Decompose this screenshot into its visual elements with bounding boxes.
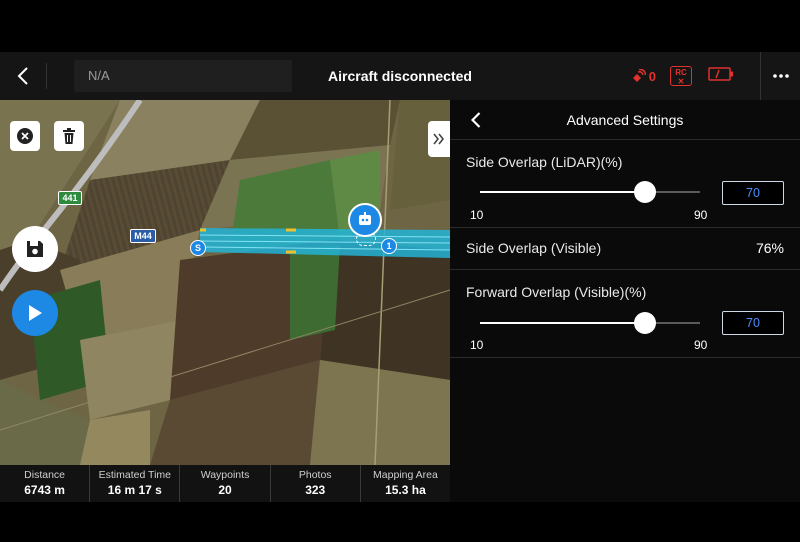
stat-mapping-area: Mapping Area 15.3 ha [361, 465, 450, 502]
waypoint-marker[interactable]: 1 [381, 238, 397, 254]
start-mission-button[interactable] [12, 290, 58, 336]
side-overlap-lidar-input[interactable]: 70 [722, 181, 784, 205]
letterbox-top [0, 0, 800, 52]
mission-name-field[interactable]: N/A [74, 60, 292, 92]
start-point-marker[interactable]: S [190, 240, 206, 256]
setting-label: Forward Overlap (Visible)(%) [466, 284, 647, 300]
slider-max-label: 90 [694, 208, 708, 222]
stat-label: Distance [24, 469, 66, 481]
stat-value: 20 [218, 483, 232, 497]
stat-label: Mapping Area [373, 469, 438, 481]
slider-fill [480, 191, 645, 193]
setting-forward-overlap-visible: Forward Overlap (Visible)(%) 10 90 70 [450, 270, 800, 358]
side-overlap-lidar-slider[interactable] [480, 181, 700, 203]
stat-value: 15.3 ha [385, 483, 426, 497]
rc-disconnected-mark: ✕ [677, 77, 685, 86]
stat-label: Photos [298, 469, 332, 481]
signal-indicator[interactable]: 0 [630, 69, 656, 84]
road-sign-441: 441 [58, 191, 82, 205]
slider-min-label: 10 [470, 338, 484, 352]
signal-count: 0 [648, 68, 656, 84]
setting-label: Side Overlap (Visible) [466, 240, 602, 256]
satellite-map[interactable]: 441 M44 S 1 [0, 100, 450, 465]
panel-header: Advanced Settings [450, 100, 800, 140]
satellite-icon [632, 69, 646, 82]
stat-estimated-time: Estimated Time 16 m 17 s [90, 465, 181, 502]
forward-overlap-visible-slider[interactable] [480, 312, 700, 334]
back-button[interactable] [0, 52, 46, 100]
divider [46, 63, 47, 89]
stat-label: Waypoints [200, 469, 250, 481]
advanced-settings-panel: Advanced Settings Side Overlap (LiDAR)(%… [450, 100, 800, 502]
battery-icon[interactable] [708, 66, 734, 86]
stat-value: 6743 m [24, 483, 65, 497]
aircraft-marker[interactable] [348, 203, 382, 237]
more-menu-button[interactable] [760, 52, 800, 100]
expand-panel-button[interactable] [428, 121, 450, 157]
slider-min-label: 10 [470, 208, 484, 222]
road-sign-m44: M44 [130, 229, 156, 243]
stat-value: 323 [305, 483, 326, 497]
battery-empty-icon [708, 66, 733, 81]
close-circle-icon [17, 128, 33, 144]
stat-value: 16 m 17 s [107, 483, 162, 497]
trash-icon [63, 128, 75, 144]
slider-fill [480, 322, 645, 324]
chevron-left-icon [17, 67, 28, 85]
aircraft-status: Aircraft disconnected [328, 68, 472, 84]
double-chevron-right-icon [433, 133, 445, 145]
letterbox-bottom [0, 502, 800, 542]
more-dots-icon [772, 74, 789, 78]
drone-icon [359, 212, 371, 225]
slider-thumb[interactable] [634, 312, 656, 334]
setting-side-overlap-visible: Side Overlap (Visible) 76% [450, 228, 800, 270]
rc-label: RC [675, 68, 687, 77]
stat-distance: Distance 6743 m [0, 465, 91, 502]
mission-stats-bar: Distance 6743 m Estimated Time 16 m 17 s… [0, 465, 450, 502]
setting-side-overlap-lidar: Side Overlap (LiDAR)(%) 10 90 70 [450, 140, 800, 228]
top-bar: N/A Aircraft disconnected 0 RC ✕ [0, 52, 800, 100]
panel-title: Advanced Settings [566, 112, 684, 128]
save-disk-icon [27, 241, 43, 257]
map-imagery [0, 100, 450, 465]
setting-label: Side Overlap (LiDAR)(%) [466, 154, 623, 170]
slider-max-label: 90 [694, 338, 708, 352]
clear-button[interactable] [10, 121, 40, 151]
slider-thumb[interactable] [634, 181, 656, 203]
stat-photos: Photos 323 [271, 465, 361, 502]
stat-label: Estimated Time [98, 469, 171, 481]
side-overlap-visible-value: 76% [755, 240, 784, 256]
save-button[interactable] [12, 226, 58, 272]
delete-button[interactable] [54, 121, 84, 151]
play-icon [29, 305, 42, 321]
rc-status-icon[interactable]: RC ✕ [670, 66, 692, 86]
forward-overlap-visible-input[interactable]: 70 [722, 311, 784, 335]
stat-waypoints: Waypoints 20 [180, 465, 271, 502]
